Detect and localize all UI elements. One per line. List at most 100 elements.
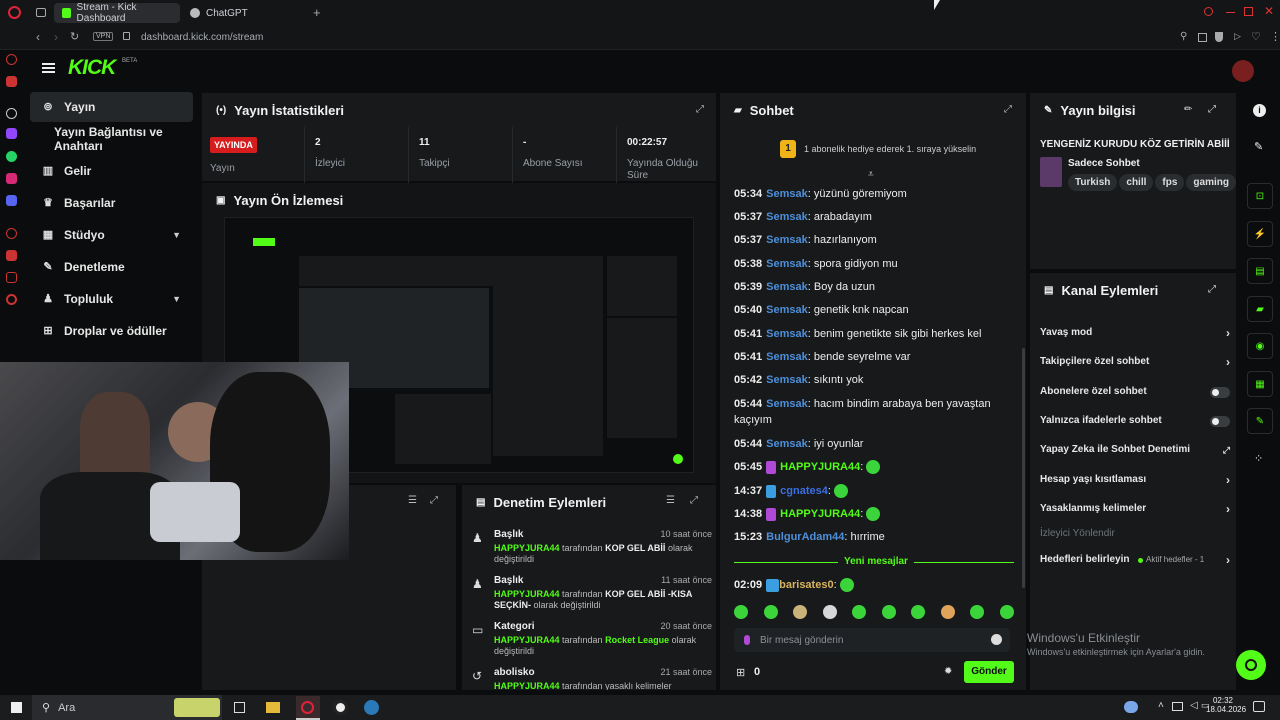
sidebar-item-moderation[interactable]: ✎ Denetleme xyxy=(30,252,193,282)
pinned-gift-banner[interactable]: 1 1 abonelik hediye ederek 1. sıraya yük… xyxy=(780,139,1000,159)
kick-logo[interactable]: KICK xyxy=(68,56,116,80)
chat-username[interactable]: Semsak xyxy=(766,438,808,450)
minimize-button[interactable] xyxy=(1226,12,1235,13)
snapshot-icon[interactable] xyxy=(1198,33,1207,42)
sidebar-item-stream-key[interactable]: Yayın Bağlantısı ve Anahtarı xyxy=(30,124,193,154)
play-icon[interactable]: ▷ xyxy=(1234,31,1241,42)
chat-username[interactable]: Semsak xyxy=(766,234,808,246)
rail-layout-button[interactable]: ▦ xyxy=(1247,371,1273,397)
emote-icon[interactable] xyxy=(970,605,985,619)
action-followers-only[interactable]: Takipçilere özel sohbet › xyxy=(1040,353,1230,371)
rail-bolt-button[interactable]: ⚡ xyxy=(1247,221,1273,247)
mic-icon[interactable] xyxy=(744,635,750,645)
action-slow-mode[interactable]: Yavaş mod › xyxy=(1040,324,1230,342)
chat-username[interactable]: Semsak xyxy=(766,188,808,200)
emote-icon[interactable] xyxy=(881,605,896,619)
emote-icon[interactable] xyxy=(763,605,778,619)
maximize-button[interactable] xyxy=(1244,7,1253,16)
sidebar-item-community[interactable]: ♟ Topluluk ▼ xyxy=(30,284,193,314)
tag-pill[interactable]: fps xyxy=(1155,174,1185,191)
action-banned-words[interactable]: Yasaklanmış kelimeler › xyxy=(1040,500,1230,518)
hamburger-menu-icon[interactable] xyxy=(42,63,55,73)
shield-icon[interactable] xyxy=(1215,32,1223,42)
emoji-icon[interactable] xyxy=(991,634,1002,645)
reload-icon[interactable]: ↻ xyxy=(70,30,79,43)
steam-icon[interactable] xyxy=(364,700,379,715)
chat-username[interactable]: Semsak xyxy=(766,258,808,270)
volume-icon[interactable]: ◁ xyxy=(1190,700,1198,711)
action-subs-only[interactable]: Abonelere özel sohbet xyxy=(1040,383,1230,401)
url-field[interactable]: dashboard.kick.com/stream xyxy=(141,32,263,43)
chat-username[interactable]: Semsak xyxy=(766,281,808,293)
rail-stats-button[interactable]: ⊡ xyxy=(1247,183,1273,209)
chat-input[interactable]: Bir mesaj gönderin xyxy=(734,628,1010,652)
new-tab-button[interactable]: + xyxy=(313,5,321,20)
emote-icon[interactable] xyxy=(734,605,748,619)
chat-settings-icon[interactable]: ✹ xyxy=(944,666,952,677)
subs-only-toggle[interactable] xyxy=(1210,387,1230,398)
rail-apps-icon[interactable]: ⁘ xyxy=(1254,452,1263,465)
back-icon[interactable]: ‹ xyxy=(36,30,40,44)
tag-pill[interactable]: Turkish xyxy=(1068,174,1118,191)
category-name[interactable]: Sadece Sohbet xyxy=(1068,158,1140,169)
filter-icon[interactable]: ☰ xyxy=(666,495,675,506)
tray-up-icon[interactable]: ˄ xyxy=(1158,700,1164,711)
popout-icon[interactable]: ⤢ xyxy=(1208,284,1216,295)
discord-icon[interactable] xyxy=(6,195,17,206)
edit-icon[interactable]: ✏ xyxy=(1184,104,1192,115)
chat-username[interactable]: HAPPYJURA44 xyxy=(780,461,860,473)
rail-wrench-button[interactable]: ✎ xyxy=(1247,408,1273,434)
whatsapp-icon[interactable] xyxy=(6,151,17,162)
sidebar-item-revenue[interactable]: ▥ Gelir xyxy=(30,156,193,186)
aria-icon[interactable] xyxy=(6,54,17,65)
popout-icon[interactable]: ⤢ xyxy=(430,495,438,506)
chat-username[interactable]: cgnates4 xyxy=(780,485,828,497)
chat-username[interactable]: HAPPYJURA44 xyxy=(780,508,860,520)
pin-icon[interactable]: ⚲ xyxy=(1180,31,1187,42)
opera-taskbar-icon[interactable] xyxy=(296,696,320,720)
chat-username[interactable]: Semsak xyxy=(766,211,808,223)
windows-start-icon[interactable] xyxy=(11,702,22,713)
action-account-age[interactable]: Hesap yaşı kısıtlaması › xyxy=(1040,471,1230,489)
sidebar-item-stream[interactable]: ⊚ Yayın xyxy=(30,92,193,122)
workspaces-icon[interactable] xyxy=(36,8,46,17)
chat-username[interactable]: Semsak xyxy=(766,398,808,410)
music-icon[interactable] xyxy=(6,76,17,87)
emote-icon[interactable] xyxy=(940,605,955,619)
close-window-button[interactable]: ✕ xyxy=(1264,4,1274,18)
collapse-icon[interactable]: ⩡ xyxy=(868,169,874,180)
action-emotes-only[interactable]: Yalnızca ifadelerle sohbet xyxy=(1040,412,1230,430)
chat-username[interactable]: Semsak xyxy=(766,374,808,386)
notifications-icon[interactable] xyxy=(1253,701,1265,712)
chat-username[interactable]: Semsak xyxy=(766,351,808,363)
action-set-goals[interactable]: Hedefleri belirleyin Aktif hedefler - 1 … xyxy=(1040,551,1230,569)
popout-icon[interactable]: ⤢ xyxy=(690,495,698,506)
emote-icon[interactable] xyxy=(911,605,926,619)
tab-chatgpt[interactable]: ChatGPT xyxy=(182,3,308,23)
network-icon[interactable] xyxy=(1172,702,1183,711)
emotes-only-toggle[interactable] xyxy=(1210,416,1230,427)
emote-icon[interactable] xyxy=(822,605,837,619)
opera-logo-icon[interactable] xyxy=(8,6,21,19)
filter-icon[interactable]: ☰ xyxy=(408,495,417,506)
instagram-icon[interactable] xyxy=(6,173,17,184)
user-avatar[interactable] xyxy=(1232,60,1254,82)
edit-icon[interactable]: ✎ xyxy=(1254,140,1263,153)
vpn-badge[interactable]: VPN xyxy=(93,32,114,41)
download-icon[interactable] xyxy=(6,272,17,283)
action-ai-moderation[interactable]: Yapay Zeka ile Sohbet Denetimi ⤢ xyxy=(1040,441,1230,459)
scrollbar[interactable] xyxy=(1022,348,1025,588)
rail-broadcast-button[interactable]: ◉ xyxy=(1247,333,1273,359)
popout-icon[interactable]: ⤢ xyxy=(1004,104,1012,115)
sidebar-item-studio[interactable]: ▦ Stüdyo ▼ xyxy=(30,220,193,250)
rail-doc-button[interactable]: ▤ xyxy=(1247,258,1273,284)
chat-username[interactable]: Semsak xyxy=(766,304,808,316)
popout-icon[interactable]: ⤢ xyxy=(1208,104,1216,115)
taskbar-search[interactable]: ⚲ Ara xyxy=(32,695,222,720)
send-button[interactable]: Gönder xyxy=(964,661,1014,683)
history-icon[interactable] xyxy=(6,228,17,239)
sidebar-item-achievements[interactable]: ♛ Başarılar xyxy=(30,188,193,218)
tab-kick-dashboard[interactable]: Stream - Kick Dashboard xyxy=(54,2,180,24)
sidebar-item-drops[interactable]: ⊞ Droplar ve ödüller xyxy=(30,316,193,346)
emote-icon[interactable] xyxy=(793,605,808,619)
